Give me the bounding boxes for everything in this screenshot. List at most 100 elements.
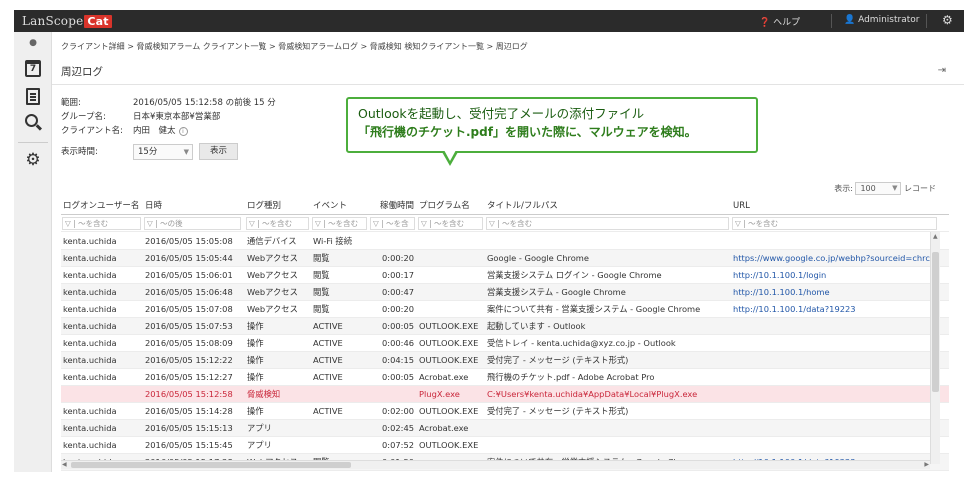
header-datetime[interactable]: 日時 <box>143 198 243 215</box>
col-uptime: 0:00:05 <box>382 372 414 382</box>
header-program[interactable]: プログラム名 <box>417 198 485 215</box>
col-event: ACTIVE <box>313 372 343 382</box>
col-log-type: アプリ <box>247 423 272 433</box>
settings-gear-icon[interactable]: ⚙ <box>942 13 953 27</box>
table-row[interactable]: kenta.uchida 2016/05/05 15:05:44 Webアクセス 閲覧… <box>61 250 949 267</box>
range-label: 範囲: <box>61 98 81 108</box>
col-url <box>731 335 939 352</box>
scroll-up-icon[interactable]: ▲ <box>933 233 938 240</box>
search-icon[interactable] <box>25 114 38 127</box>
col-datetime: 2016/05/05 15:15:13 <box>145 423 233 433</box>
lanscope-cat-logo[interactable]: LanScope Cat <box>22 14 112 28</box>
col-event: Wi-Fi 接続 <box>313 236 353 246</box>
callout-pointer <box>442 150 458 166</box>
col-event: 閲覧 <box>313 304 330 314</box>
display-time-select[interactable]: 15分 ▼ <box>133 143 193 160</box>
filter-input-uptime[interactable]: ▽ | ～を含 <box>370 217 415 230</box>
table-row[interactable]: kenta.uchida 2016/05/05 15:12:22 操作 ACTIVE 0… <box>61 352 949 369</box>
vertical-scrollbar[interactable]: ▲ <box>930 232 940 464</box>
vertical-scroll-thumb[interactable] <box>932 252 939 392</box>
col-program <box>417 267 485 284</box>
calendar-icon[interactable]: 7 <box>25 60 41 77</box>
top-bar: LanScope Cat ❓ ヘルプ 👤 Administrator ⚙ <box>14 10 964 32</box>
group-value: 日本¥東京本部¥営業部 <box>133 112 221 122</box>
brand-tag: Cat <box>84 15 112 28</box>
col-url <box>731 420 939 437</box>
col-user: kenta.uchida <box>63 372 117 382</box>
filter-input-user[interactable]: ▽ | ～を含む <box>62 217 141 230</box>
scroll-right-icon[interactable]: ▶ <box>924 461 929 468</box>
user-icon: 👤 <box>844 15 856 25</box>
table-row[interactable]: kenta.uchida 2016/05/05 15:08:09 操作 ACTIVE 0… <box>61 335 949 352</box>
col-log-type: Webアクセス <box>247 270 298 280</box>
page-size-select[interactable]: 100 ▼ <box>855 182 902 195</box>
alert-table-row[interactable]: 2016/05/05 15:12:58 脅威検知 PlugX.exe C:¥Users… <box>61 386 949 403</box>
export-icon[interactable]: ⇥ <box>938 65 946 76</box>
document-list-icon[interactable] <box>26 88 40 105</box>
filter-row: ▽ | ～を含む ▽ | ～の後 ▽ | ～を含む ▽ | ～を含む ▽ | ～を含 ▽ … <box>61 215 949 232</box>
header-user[interactable]: ログオンユーザー名 <box>61 198 143 215</box>
col-uptime: 0:00:47 <box>382 287 414 297</box>
header-url[interactable]: URL <box>731 198 939 215</box>
filter-input-title-path[interactable]: ▽ | ～を含む <box>486 217 729 230</box>
table-row[interactable]: kenta.uchida 2016/05/05 15:05:08 通信デバイス Wi-… <box>61 233 949 250</box>
breadcrumb[interactable]: クライアント詳細 > 脅威検知アラーム クライアント一覧 > 脅威検知アラームロ… <box>61 41 528 52</box>
col-datetime: 2016/05/05 15:12:22 <box>145 355 233 365</box>
scroll-left-icon[interactable]: ◀ <box>62 461 67 468</box>
table-row[interactable]: kenta.uchida 2016/05/05 15:07:53 操作 ACTIVE 0… <box>61 318 949 335</box>
help-link[interactable]: ❓ ヘルプ <box>759 15 800 28</box>
col-uptime <box>369 233 417 250</box>
header-uptime[interactable]: 稼働時間 <box>369 198 417 215</box>
filter-input-log-type[interactable]: ▽ | ～を含む <box>246 217 309 230</box>
filter-input-url[interactable]: ▽ | ～を含む <box>732 217 937 230</box>
col-program: PlugX.exe <box>419 389 460 399</box>
table-row[interactable]: kenta.uchida 2016/05/05 15:06:01 Webアクセス 閲覧… <box>61 267 949 284</box>
col-title-path: 受付完了 - メッセージ (テキスト形式) <box>487 355 629 365</box>
user-name: Administrator <box>858 15 920 25</box>
col-event: ACTIVE <box>313 406 343 416</box>
col-title-path <box>485 420 731 437</box>
col-log-type: Webアクセス <box>247 287 298 297</box>
table-row[interactable]: kenta.uchida 2016/05/05 15:14:28 操作 ACTIVE 0… <box>61 403 949 420</box>
col-datetime: 2016/05/05 15:05:44 <box>145 253 233 263</box>
user-menu[interactable]: 👤 Administrator <box>844 15 919 25</box>
page-size-label: 表示: <box>834 184 853 193</box>
chevron-down-icon: ▼ <box>183 147 189 156</box>
horizontal-scrollbar[interactable]: ◀ ▶ <box>61 460 930 469</box>
table-row[interactable]: kenta.uchida 2016/05/05 15:15:13 アプリ 0:02:4… <box>61 420 949 437</box>
col-program <box>417 233 485 250</box>
col-datetime: 2016/05/05 15:12:27 <box>145 372 233 382</box>
info-icon[interactable]: i <box>178 127 188 136</box>
chevron-down-icon: ▼ <box>892 184 898 192</box>
col-program: OUTLOOK.EXE <box>419 406 479 416</box>
gear-icon[interactable]: ⚙ <box>14 150 52 170</box>
table-row[interactable]: kenta.uchida 2016/05/05 15:12:27 操作 ACTIVE 0… <box>61 369 949 386</box>
col-event <box>311 386 369 403</box>
col-url: http://10.1.100.1/login <box>733 270 827 280</box>
table-row[interactable]: kenta.uchida 2016/05/05 15:15:45 アプリ 0:07:5… <box>61 437 949 454</box>
col-user: kenta.uchida <box>63 338 117 348</box>
annotation-callout: Outlookを起動し、受付完了メールの添付ファイル 「飛行機のチケット.pdf… <box>346 97 758 153</box>
header-event[interactable]: イベント <box>311 198 369 215</box>
col-uptime: 0:02:00 <box>382 406 414 416</box>
col-datetime: 2016/05/05 15:08:09 <box>145 338 233 348</box>
col-program: Acrobat.exe <box>419 372 469 382</box>
filter-input-program[interactable]: ▽ | ～を含む <box>418 217 483 230</box>
col-title-path: 受信トレイ - kenta.uchida@xyz.co.jp - Outlook <box>487 338 676 348</box>
group-label: グループ名: <box>61 112 106 122</box>
col-title-path: Google - Google Chrome <box>487 253 589 263</box>
collapse-toggle-icon[interactable]: ● <box>14 38 52 48</box>
col-url <box>731 369 939 386</box>
filter-input-datetime[interactable]: ▽ | ～の後 <box>144 217 241 230</box>
col-user <box>61 386 143 403</box>
page-title: 周辺ログ <box>61 66 103 78</box>
horizontal-scroll-thumb[interactable] <box>71 462 351 468</box>
header-title-path[interactable]: タイトル/フルパス <box>485 198 731 215</box>
table-row[interactable]: kenta.uchida 2016/05/05 15:07:08 Webアクセス 閲覧… <box>61 301 949 318</box>
show-button[interactable]: 表示 <box>199 143 239 160</box>
col-title-path: 受付完了 - メッセージ (テキスト形式) <box>487 406 629 416</box>
table-row[interactable]: kenta.uchida 2016/05/05 15:06:48 Webアクセス 閲覧… <box>61 284 949 301</box>
col-program <box>417 284 485 301</box>
header-log-type[interactable]: ログ種別 <box>245 198 311 215</box>
filter-input-event[interactable]: ▽ | ～を含む <box>312 217 367 230</box>
